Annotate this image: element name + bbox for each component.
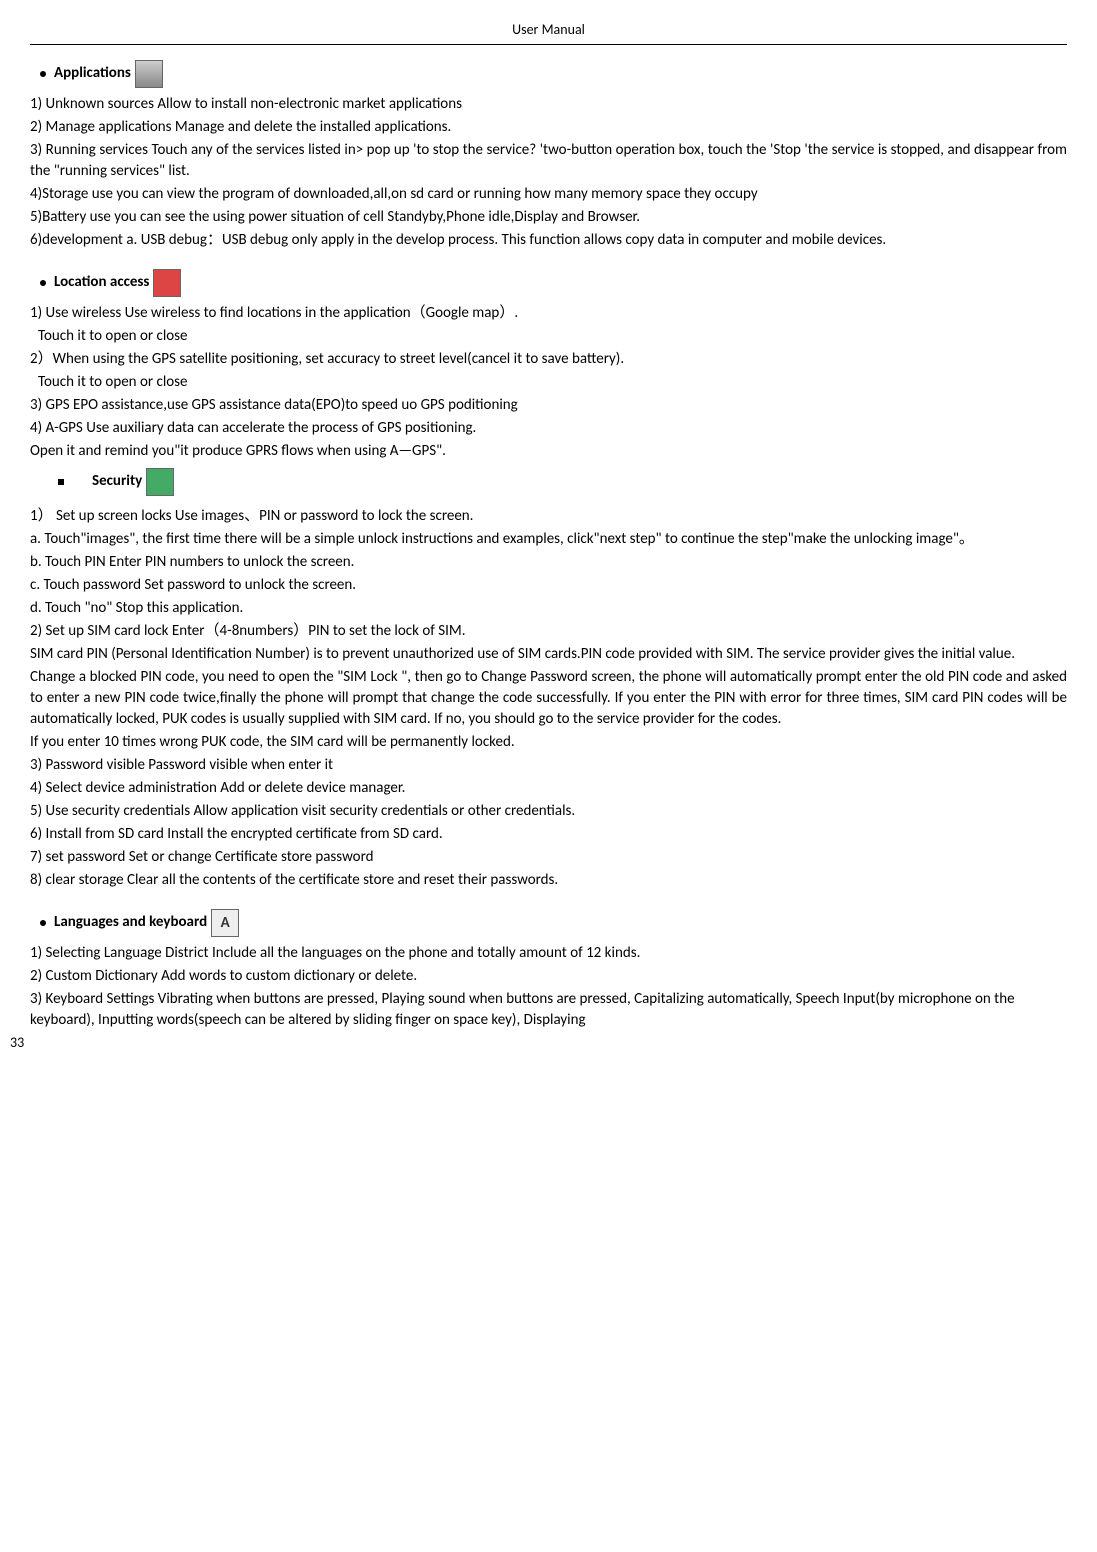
security-item-5: 5) Use security credentials Allow applic…: [30, 801, 1067, 822]
security-item-1d: d. Touch "no" Stop this application.: [30, 598, 1067, 619]
applications-item-5: 5)Battery use you can see the using powe…: [30, 207, 1067, 228]
applications-item-6: 6)development a. USB debug：USB debug onl…: [30, 230, 1067, 251]
languages-title: Languages and keyboard: [54, 912, 207, 933]
applications-item-1: 1) Unknown sources Allow to install non-…: [30, 94, 1067, 115]
applications-item-2: 2) Manage applications Manage and delete…: [30, 117, 1067, 138]
location-item-4: 4) A-GPS Use auxiliary data can accelera…: [30, 418, 1067, 439]
security-item-2: 2) Set up SIM card lock Enter（4-8numbers…: [30, 621, 1067, 642]
page-number: 33: [10, 1033, 24, 1053]
security-item-7: 7) set password Set or change Certificat…: [30, 847, 1067, 868]
applications-item-3: 3) Running services Touch any of the ser…: [30, 140, 1067, 182]
applications-item-4: 4)Storage use you can view the program o…: [30, 184, 1067, 205]
security-title: Security: [92, 471, 142, 492]
location-item-4b: Open it and remind you"it produce GPRS f…: [30, 441, 1067, 462]
location-touch-2: Touch it to open or close: [38, 372, 1067, 393]
applications-heading: Applications: [30, 60, 1067, 88]
languages-heading: Languages and keyboard A: [30, 909, 1067, 937]
applications-icon: [135, 60, 163, 88]
security-item-3: 3) Password visible Password visible whe…: [30, 755, 1067, 776]
security-item-1a: a. Touch"images", the first time there w…: [30, 529, 1067, 550]
page-header: User Manual: [30, 20, 1067, 45]
security-icon: [146, 468, 174, 496]
security-heading: Security: [30, 468, 1067, 496]
security-item-6: 6) Install from SD card Install the encr…: [30, 824, 1067, 845]
security-item-1c: c. Touch password Set password to unlock…: [30, 575, 1067, 596]
location-icon: [153, 269, 181, 297]
security-item-4: 4) Select device administration Add or d…: [30, 778, 1067, 799]
bullet-icon: [40, 920, 46, 926]
location-item-2: 2）When using the GPS satellite positioni…: [30, 349, 1067, 370]
bullet-icon: [40, 280, 46, 286]
location-title: Location access: [54, 272, 149, 293]
location-item-3: 3) GPS EPO assistance,use GPS assistance…: [30, 395, 1067, 416]
bullet-icon: [58, 479, 64, 485]
security-item-1b: b. Touch PIN Enter PIN numbers to unlock…: [30, 552, 1067, 573]
languages-item-2: 2) Custom Dictionary Add words to custom…: [30, 966, 1067, 987]
location-touch-1: Touch it to open or close: [38, 326, 1067, 347]
languages-icon: A: [211, 909, 239, 937]
security-item-1: 1） Set up screen locks Use images、PIN or…: [30, 506, 1067, 527]
languages-item-3: 3) Keyboard Settings Vibrating when butt…: [30, 989, 1067, 1031]
security-item-2p2: Change a blocked PIN code, you need to o…: [30, 667, 1067, 730]
security-item-2p3: If you enter 10 times wrong PUK code, th…: [30, 732, 1067, 753]
applications-title: Applications: [54, 63, 131, 84]
languages-item-1: 1) Selecting Language District Include a…: [30, 943, 1067, 964]
security-item-2p1: SIM card PIN (Personal Identification Nu…: [30, 644, 1067, 665]
location-item-1: 1) Use wireless Use wireless to find loc…: [30, 303, 1067, 324]
location-heading: Location access: [30, 269, 1067, 297]
security-item-8: 8) clear storage Clear all the contents …: [30, 870, 1067, 891]
bullet-icon: [40, 71, 46, 77]
